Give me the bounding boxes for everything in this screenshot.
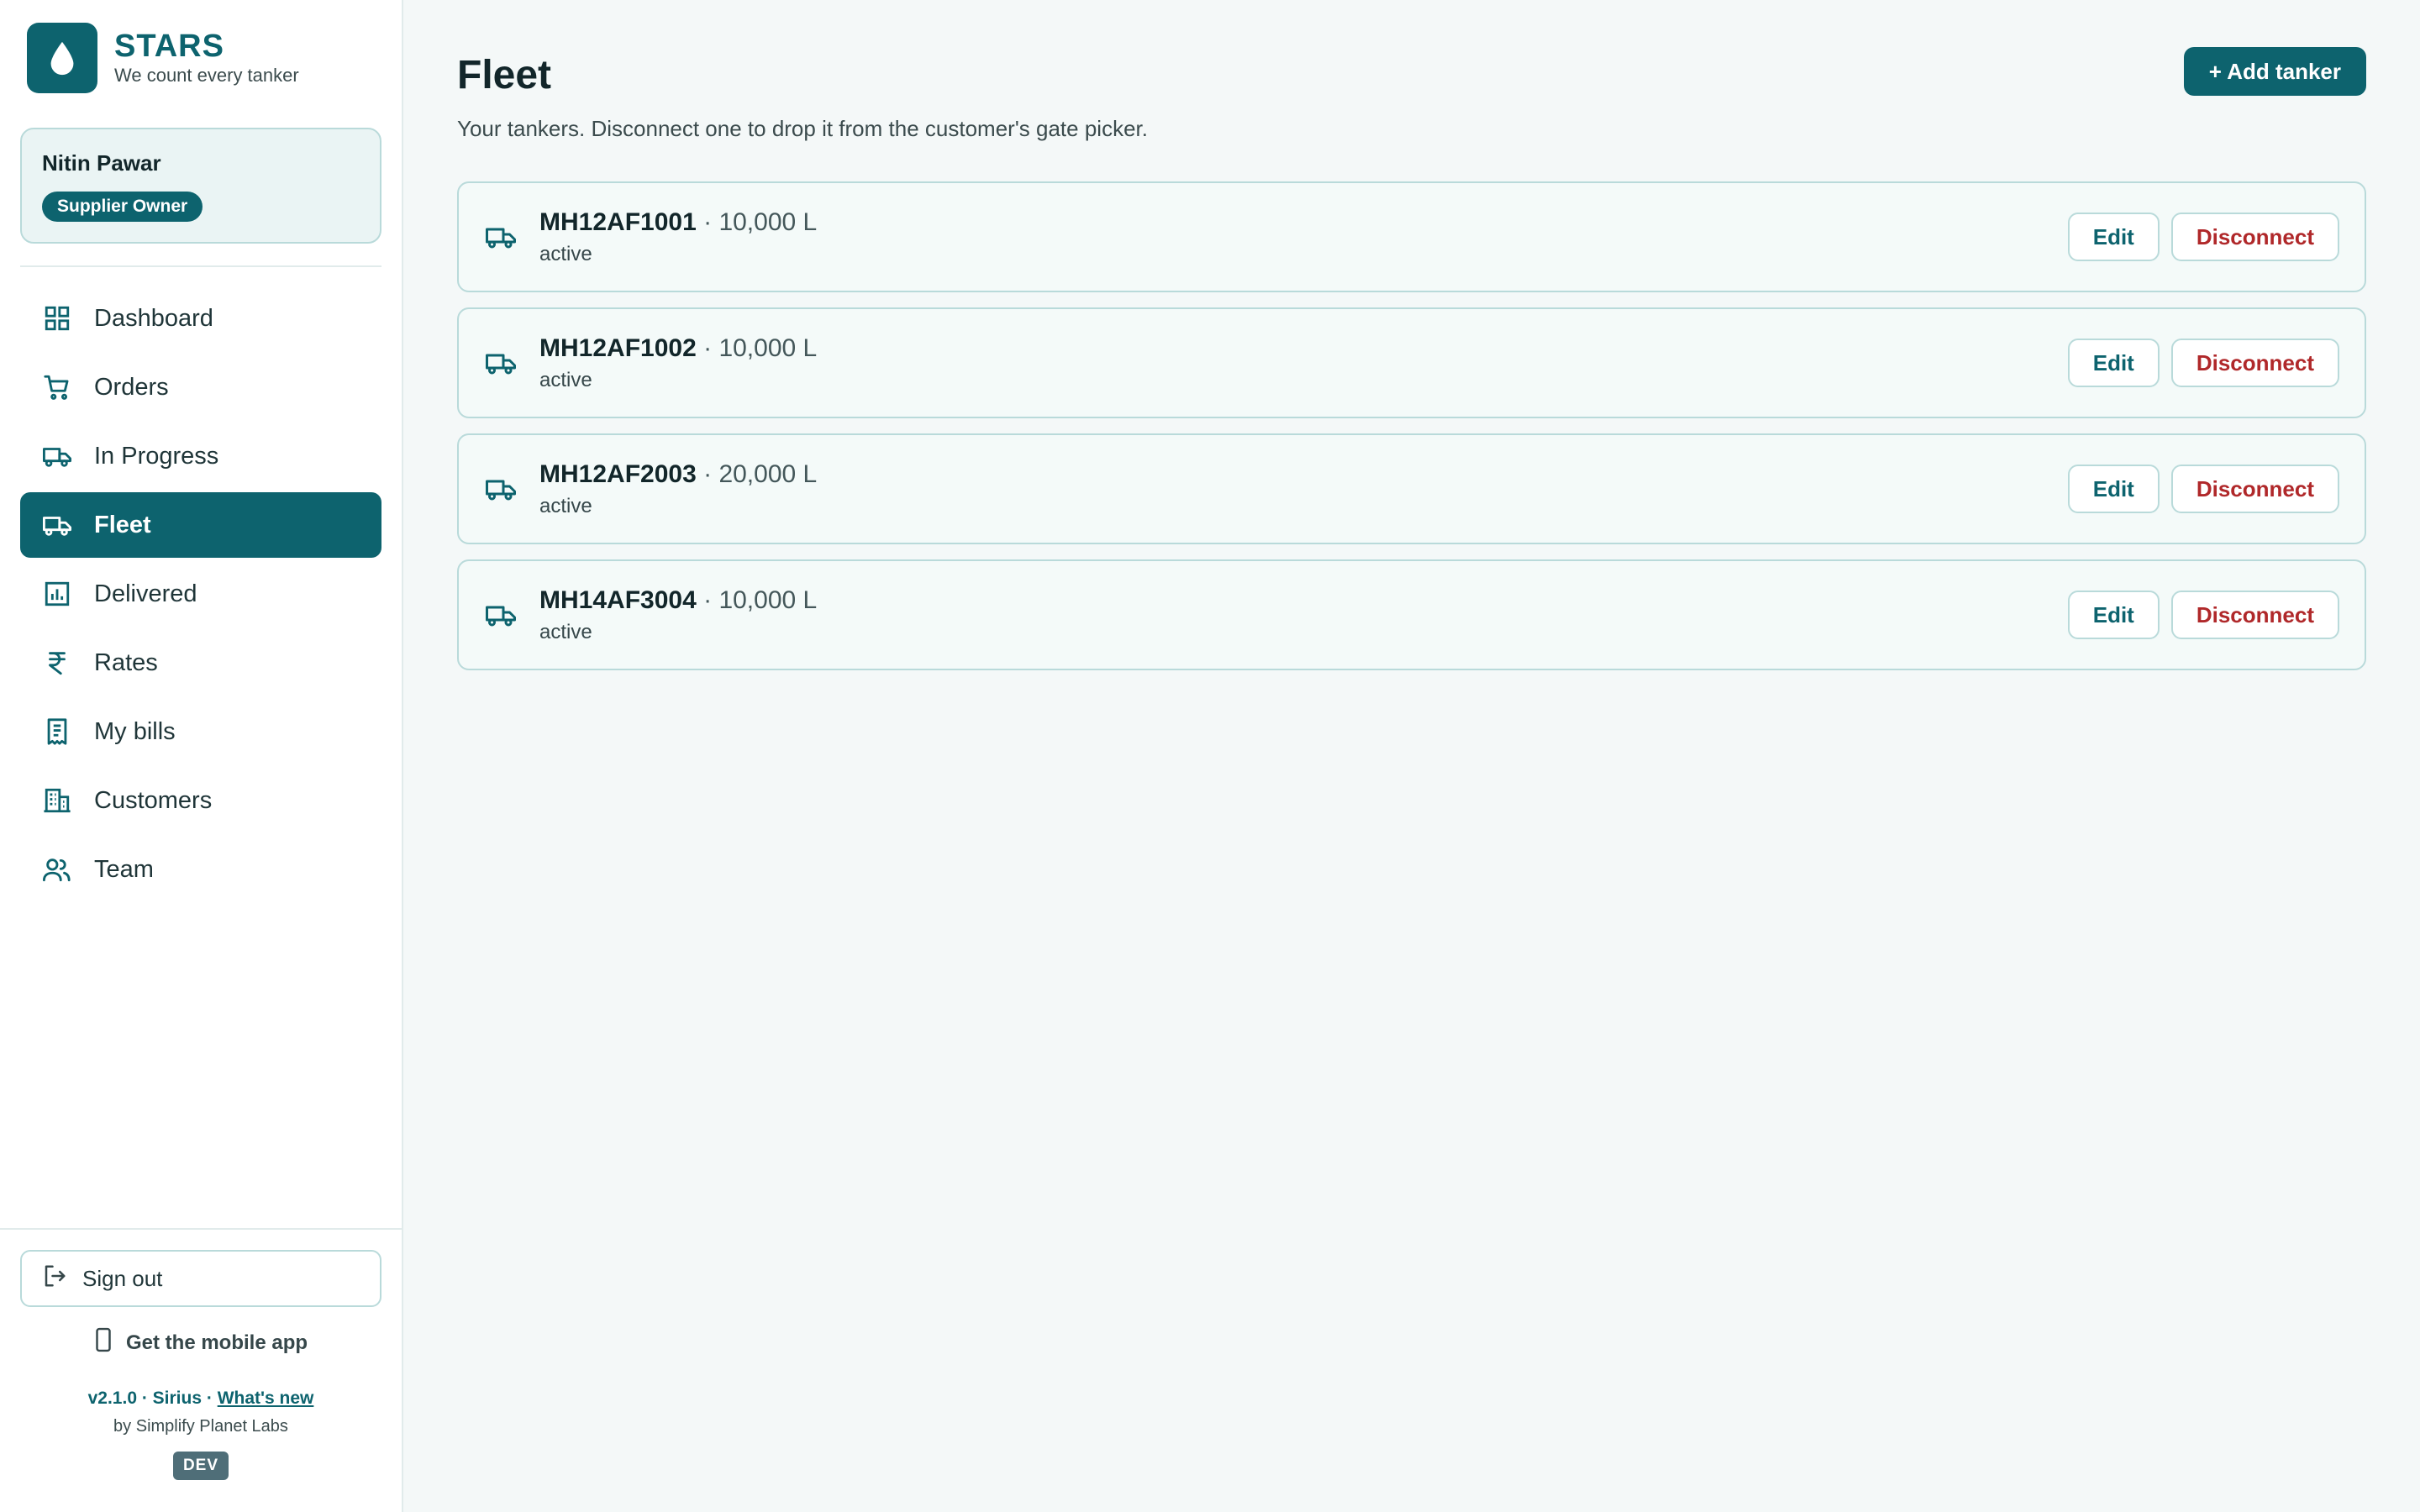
separator: · (696, 208, 719, 236)
page-subtitle: Your tankers. Disconnect one to drop it … (457, 116, 1148, 141)
role-badge: Supplier Owner (42, 192, 203, 222)
sidebar-item-in-progress[interactable]: In Progress (20, 423, 381, 489)
water-drop-icon (27, 23, 97, 93)
sidebar-item-delivered[interactable]: Delivered (20, 561, 381, 627)
tanker-capacity: 10,000 L (718, 208, 818, 236)
tanker-plate: MH14AF3004 (539, 586, 697, 614)
codename: Sirius (152, 1389, 203, 1408)
user-card: Nitin Pawar Supplier Owner (20, 128, 381, 244)
brand: STARS We count every tanker (20, 0, 381, 106)
tanker-status: active (539, 621, 592, 643)
disconnect-button[interactable]: Disconnect (2170, 465, 2339, 513)
brand-tagline: We count every tanker (114, 65, 299, 86)
edit-button[interactable]: Edit (2067, 339, 2160, 387)
version-separator: · (137, 1389, 153, 1408)
env-badge: DEV (172, 1452, 229, 1480)
page-title: Fleet (457, 53, 552, 97)
byline: by Simplify Planet Labs (113, 1417, 288, 1436)
truck-icon (484, 346, 518, 380)
sidebar-item-fleet[interactable]: Fleet (20, 492, 381, 558)
truck-icon (484, 598, 518, 632)
mobile-app-label: Get the mobile app (125, 1331, 308, 1354)
disconnect-button[interactable]: Disconnect (2170, 591, 2339, 639)
main-content: Fleet Your tankers. Disconnect one to dr… (403, 0, 2420, 1512)
sidebar-item-label: Customers (94, 786, 213, 814)
sidebar-item-label: In Progress (94, 442, 219, 470)
sidebar-item-customers[interactable]: Customers (20, 768, 381, 833)
sidebar-item-label: Team (94, 855, 154, 883)
users-icon (40, 853, 74, 886)
bar-chart-icon (40, 577, 74, 611)
tanker-plate: MH12AF1001 (539, 208, 697, 236)
tanker-status: active (539, 495, 592, 517)
disconnect-button[interactable]: Disconnect (2170, 339, 2339, 387)
truck-icon (484, 220, 518, 254)
sign-out-label: Sign out (82, 1265, 163, 1291)
sidebar-item-label: Orders (94, 373, 169, 401)
cart-icon (40, 370, 74, 404)
rupee-icon (40, 646, 74, 680)
truck-icon (40, 508, 74, 542)
divider (20, 265, 381, 267)
sidebar-item-label: Rates (94, 648, 158, 676)
separator: · (696, 460, 719, 488)
truck-icon (484, 472, 518, 506)
tanker-capacity: 10,000 L (718, 586, 818, 614)
grid-icon (40, 302, 74, 335)
sidebar-footer: Sign out Get the mobile app v2.1.0 · Sir… (0, 1228, 402, 1512)
mobile-app-link[interactable]: Get the mobile app (20, 1327, 381, 1358)
sign-out-button[interactable]: Sign out (20, 1250, 381, 1307)
building-icon (40, 784, 74, 817)
whats-new-link[interactable]: What's new (218, 1389, 314, 1408)
tanker-card: MH12AF1001 · 10,000 L active Edit Discon… (457, 181, 2366, 292)
tanker-capacity: 20,000 L (718, 460, 818, 488)
sidebar: STARS We count every tanker Nitin Pawar … (0, 0, 403, 1512)
receipt-icon (40, 715, 74, 748)
version: v2.1.0 (87, 1389, 137, 1408)
disconnect-button[interactable]: Disconnect (2170, 213, 2339, 261)
sidebar-item-label: Dashboard (94, 304, 213, 332)
app: STARS We count every tanker Nitin Pawar … (0, 0, 2420, 1512)
user-name: Nitin Pawar (42, 150, 161, 176)
sidebar-item-team[interactable]: Team (20, 837, 381, 902)
tanker-capacity: 10,000 L (718, 334, 818, 362)
sidebar-item-dashboard[interactable]: Dashboard (20, 286, 381, 351)
sidebar-item-my-bills[interactable]: My bills (20, 699, 381, 764)
tanker-status: active (539, 243, 592, 265)
edit-button[interactable]: Edit (2067, 465, 2160, 513)
tanker-card: MH12AF2003 · 20,000 L active Edit Discon… (457, 433, 2366, 544)
sidebar-item-orders[interactable]: Orders (20, 354, 381, 420)
tanker-card: MH14AF3004 · 10,000 L active Edit Discon… (457, 559, 2366, 670)
sidebar-nav: Dashboard Orders In Progress Fleet Deliv… (20, 286, 381, 902)
version-line: v2.1.0 · Sirius · What's new (20, 1389, 381, 1409)
separator: · (696, 586, 719, 614)
sidebar-item-rates[interactable]: Rates (20, 630, 381, 696)
separator: · (696, 334, 719, 362)
sidebar-item-label: Fleet (94, 511, 151, 538)
sidebar-item-label: Delivered (94, 580, 197, 607)
add-tanker-button[interactable]: + Add tanker (2183, 47, 2366, 96)
sidebar-item-label: My bills (94, 717, 176, 745)
tanker-list: MH12AF1001 · 10,000 L active Edit Discon… (457, 181, 2366, 685)
version-separator: · (202, 1389, 218, 1408)
brand-name: STARS (114, 29, 224, 64)
edit-button[interactable]: Edit (2067, 213, 2160, 261)
tanker-status: active (539, 369, 592, 391)
tanker-plate: MH12AF2003 (539, 460, 697, 488)
edit-button[interactable]: Edit (2067, 591, 2160, 639)
tanker-card: MH12AF1002 · 10,000 L active Edit Discon… (457, 307, 2366, 418)
tanker-plate: MH12AF1002 (539, 334, 697, 362)
truck-icon (40, 439, 74, 473)
phone-icon (94, 1327, 113, 1358)
sign-out-icon (42, 1263, 67, 1294)
